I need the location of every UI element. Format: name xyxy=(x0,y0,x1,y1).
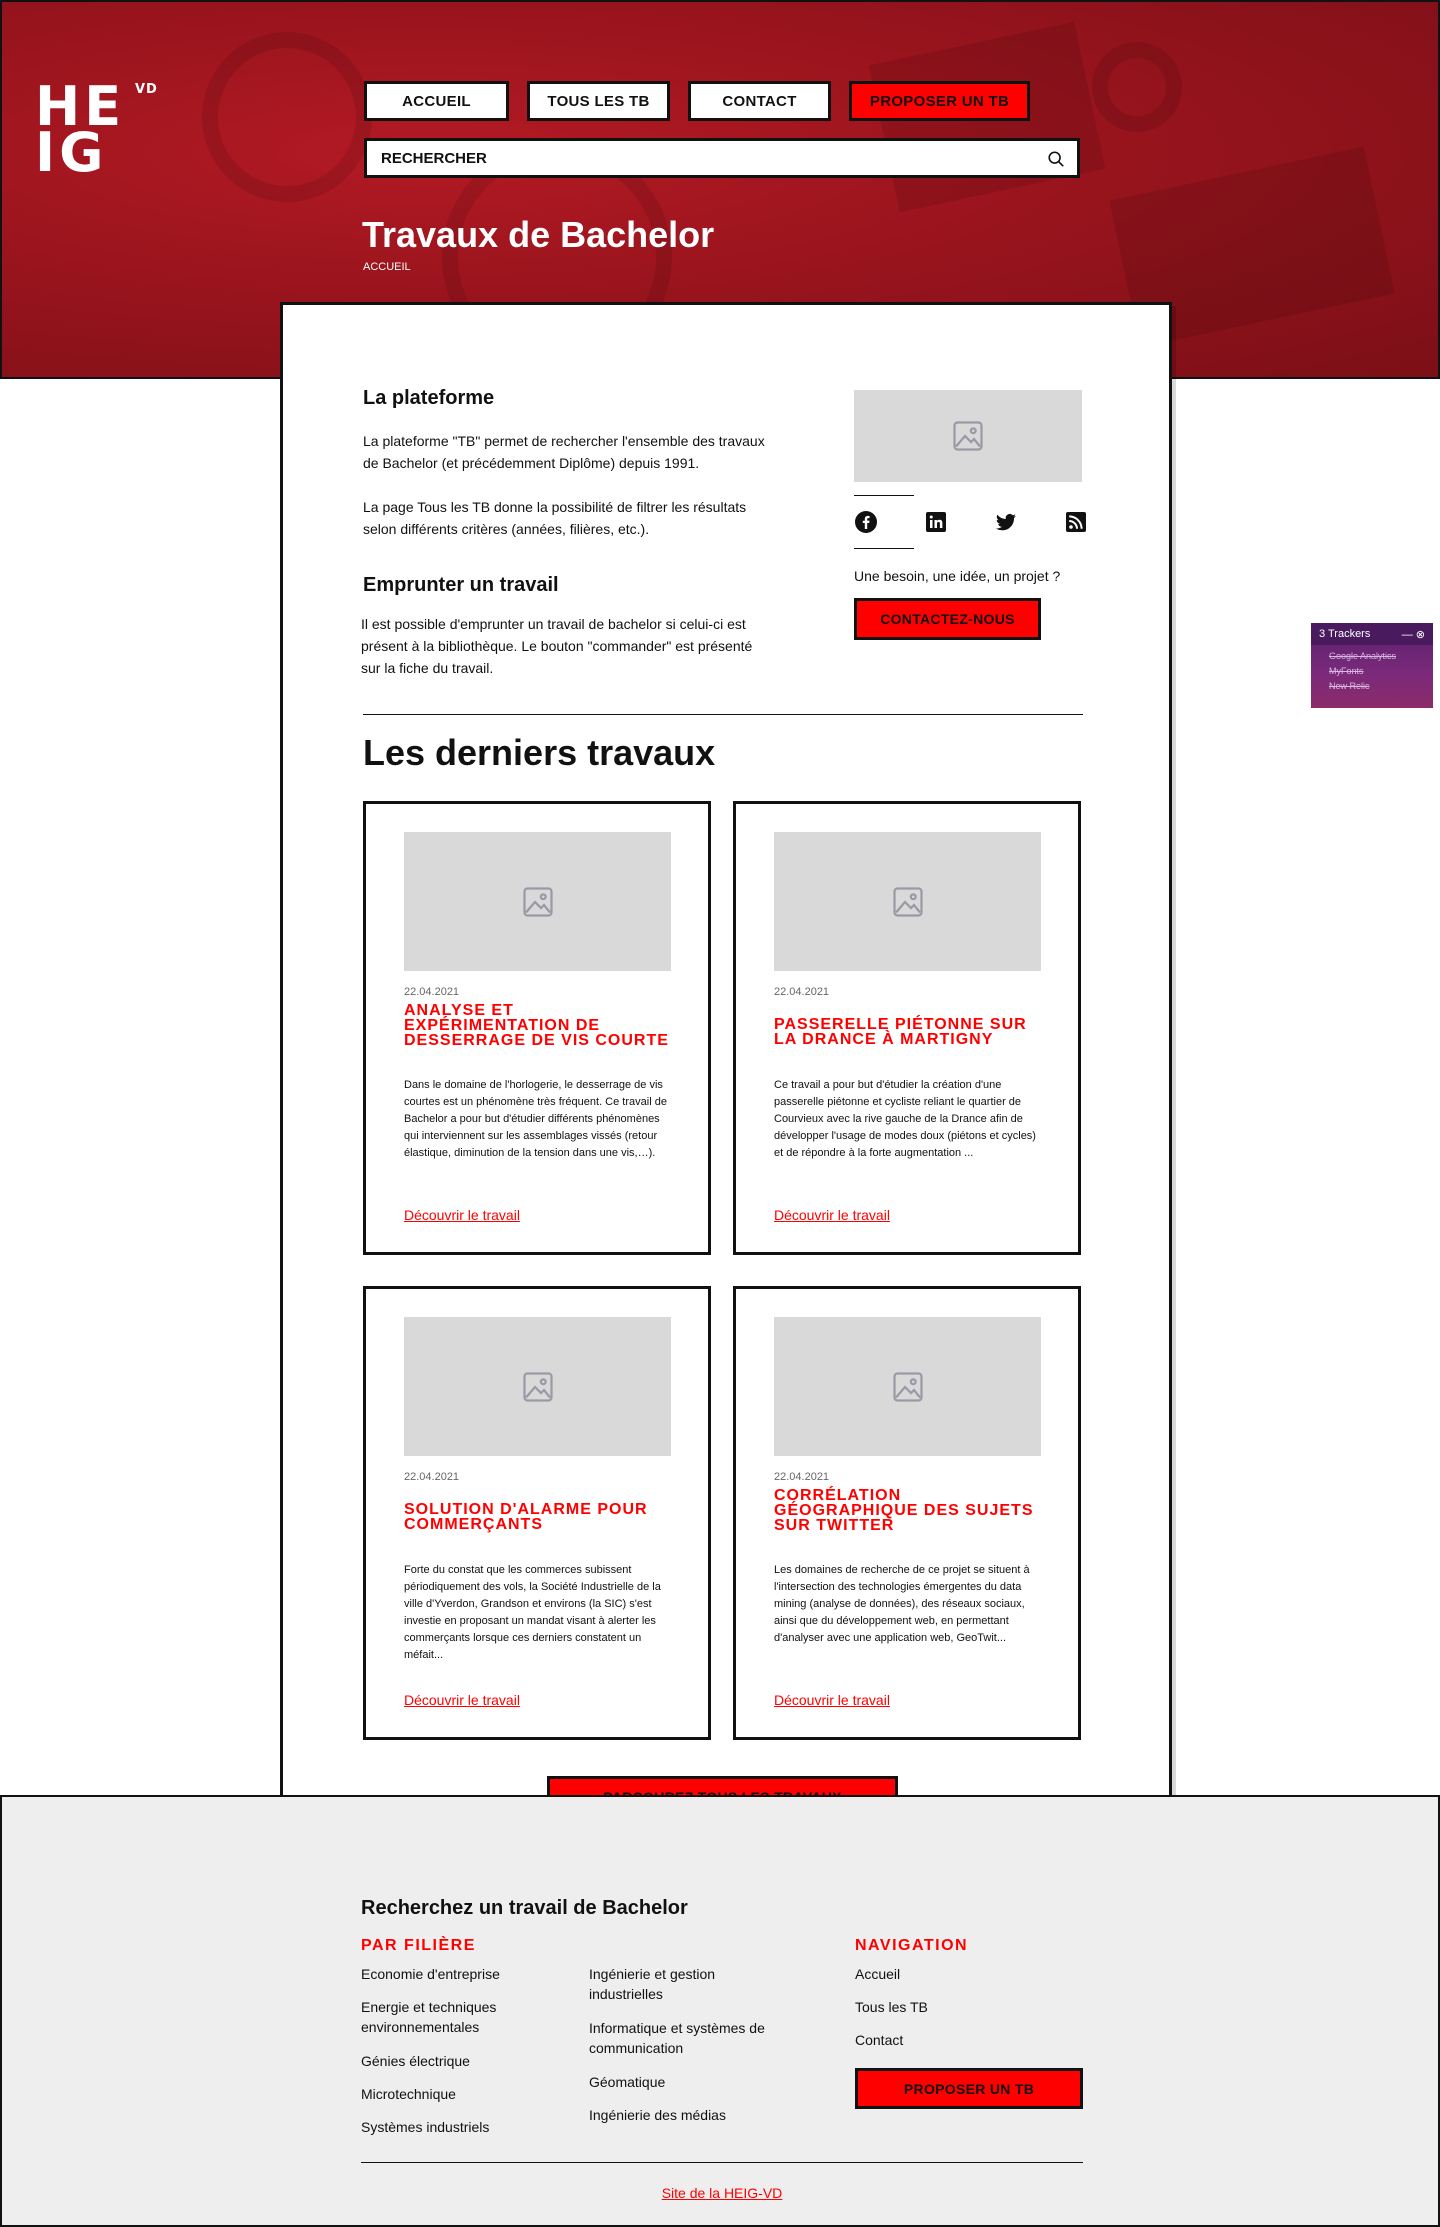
card-date: 22.04.2021 xyxy=(774,1471,830,1483)
field-link[interactable]: Energie et techniques environnementales xyxy=(361,1997,541,2037)
heig-logo[interactable]: HE IG VD xyxy=(35,80,157,180)
section-divider xyxy=(363,714,1083,715)
image-icon xyxy=(892,886,923,917)
work-card[interactable]: 22.04.2021 PASSERELLE PIÉTONNE SUR LA DR… xyxy=(733,801,1081,1255)
field-link[interactable]: Génies électrique xyxy=(361,2051,541,2071)
card-title[interactable]: PASSERELLE PIÉTONNE SUR LA DRANCE À MART… xyxy=(774,1017,1044,1048)
image-icon xyxy=(892,1371,923,1402)
discover-link[interactable]: Découvrir le travail xyxy=(774,1692,890,1708)
footer-nav-link[interactable]: Contact xyxy=(855,2030,903,2050)
search-placeholder: RECHERCHER xyxy=(381,149,487,167)
sidebar-image-placeholder xyxy=(854,390,1082,482)
footer-nav-link[interactable]: Accueil xyxy=(855,1964,900,1984)
card-title[interactable]: ANALYSE ET EXPÉRIMENTATION DE DESSERRAGE… xyxy=(404,1003,674,1049)
by-field-heading: PAR FILIÈRE xyxy=(361,1937,476,1954)
trackers-widget[interactable]: 3 Trackers — ⊗ Google Analytics MyFonts … xyxy=(1311,623,1433,708)
card-description: Les domaines de recherche de ce projet s… xyxy=(774,1564,1030,1644)
field-link[interactable]: Microtechnique xyxy=(361,2084,541,2104)
navigation-heading: NAVIGATION xyxy=(855,1937,969,1954)
trackers-title: 3 Trackers xyxy=(1319,628,1371,640)
footer: Recherchez un travail de Bachelor PAR FI… xyxy=(0,1795,1440,2227)
tracker-item: MyFonts xyxy=(1329,666,1364,676)
platform-heading: La plateforme xyxy=(363,387,495,409)
divider xyxy=(854,495,914,496)
footer-propose-tb-button[interactable]: PROPOSER UN TB xyxy=(855,2068,1083,2109)
field-link[interactable]: Ingénierie des médias xyxy=(589,2105,789,2125)
hero-decoration xyxy=(202,32,372,202)
discover-link[interactable]: Découvrir le travail xyxy=(404,1692,520,1708)
card-date: 22.04.2021 xyxy=(404,986,460,998)
main-nav: ACCUEIL TOUS LES TB CONTACT PROPOSER UN … xyxy=(364,81,1030,121)
search-icon[interactable] xyxy=(1047,150,1065,168)
logo-suffix: VD xyxy=(135,82,158,97)
nav-contact[interactable]: CONTACT xyxy=(688,81,831,121)
social-links xyxy=(854,510,1088,534)
footer-heading: Recherchez un travail de Bachelor xyxy=(361,1897,688,1919)
linkedin-icon[interactable] xyxy=(924,510,948,534)
field-link[interactable]: Informatique et systèmes de communicatio… xyxy=(589,2018,809,2058)
field-link[interactable]: Géomatique xyxy=(589,2072,789,2092)
image-icon xyxy=(522,886,553,917)
breadcrumb[interactable]: ACCUEIL xyxy=(363,261,411,273)
platform-text-2: La page Tous les TB donne la possibilité… xyxy=(363,499,747,537)
work-card[interactable]: 22.04.2021 CORRÉLATION GÉOGRAPHIQUE DES … xyxy=(733,1286,1081,1740)
work-card[interactable]: 22.04.2021 ANALYSE ET EXPÉRIMENTATION DE… xyxy=(363,801,711,1255)
facebook-icon[interactable] xyxy=(854,510,878,534)
nav-accueil[interactable]: ACCUEIL xyxy=(364,81,509,121)
card-description: Dans le domaine de l'horlogerie, le dess… xyxy=(404,1079,667,1159)
footer-nav-link[interactable]: Tous les TB xyxy=(855,1997,928,2017)
discover-link[interactable]: Découvrir le travail xyxy=(774,1207,890,1223)
card-image-placeholder xyxy=(404,832,671,971)
rss-icon[interactable] xyxy=(1064,510,1088,534)
card-image-placeholder xyxy=(774,1317,1041,1456)
field-link[interactable]: Economie d'entreprise xyxy=(361,1964,541,1984)
hero-decoration xyxy=(1092,42,1182,132)
card-title[interactable]: SOLUTION D'ALARME POUR COMMERÇANTS xyxy=(404,1502,674,1533)
sidebar-tagline: Une besoin, une idée, un projet ? xyxy=(854,568,1061,584)
card-date: 22.04.2021 xyxy=(774,986,830,998)
latest-heading: Les derniers travaux xyxy=(363,732,716,773)
card-image-placeholder xyxy=(404,1317,671,1456)
field-link[interactable]: Systèmes industriels xyxy=(361,2117,541,2137)
platform-text-1: La plateforme "TB" permet de rechercher … xyxy=(363,433,765,471)
page-title: Travaux de Bachelor xyxy=(362,214,715,255)
field-link[interactable]: Ingénierie et gestion industrielles xyxy=(589,1964,759,2004)
trackers-controls[interactable]: — ⊗ xyxy=(1402,628,1425,641)
twitter-icon[interactable] xyxy=(994,510,1018,534)
image-icon xyxy=(953,421,983,451)
search-input[interactable]: RECHERCHER xyxy=(364,138,1080,178)
card-image-placeholder xyxy=(774,832,1041,971)
footer-divider xyxy=(361,2162,1083,2163)
contact-us-button[interactable]: CONTACTEZ-NOUS xyxy=(854,598,1041,640)
card-description: Ce travail a pour but d'étudier la créat… xyxy=(774,1079,1036,1159)
borrow-heading: Emprunter un travail xyxy=(363,574,559,596)
card-description: Forte du constat que les commerces subis… xyxy=(404,1564,661,1661)
borrow-text: Il est possible d'emprunter un travail d… xyxy=(361,616,753,676)
main-content: La plateforme La plateforme "TB" permet … xyxy=(280,302,1172,1838)
card-date: 22.04.2021 xyxy=(404,1471,460,1483)
image-icon xyxy=(522,1371,553,1402)
divider xyxy=(854,548,914,549)
card-title[interactable]: CORRÉLATION GÉOGRAPHIQUE DES SUJETS SUR … xyxy=(774,1488,1044,1534)
tracker-item: New Relic xyxy=(1329,681,1370,691)
nav-propose-tb-button[interactable]: PROPOSER UN TB xyxy=(849,81,1030,121)
tracker-item: Google Analytics xyxy=(1329,651,1397,661)
nav-tous-les-tb[interactable]: TOUS LES TB xyxy=(527,81,670,121)
discover-link[interactable]: Découvrir le travail xyxy=(404,1207,520,1223)
work-card[interactable]: 22.04.2021 SOLUTION D'ALARME POUR COMMER… xyxy=(363,1286,711,1740)
heig-site-link[interactable]: Site de la HEIG-VD xyxy=(2,2185,1440,2201)
